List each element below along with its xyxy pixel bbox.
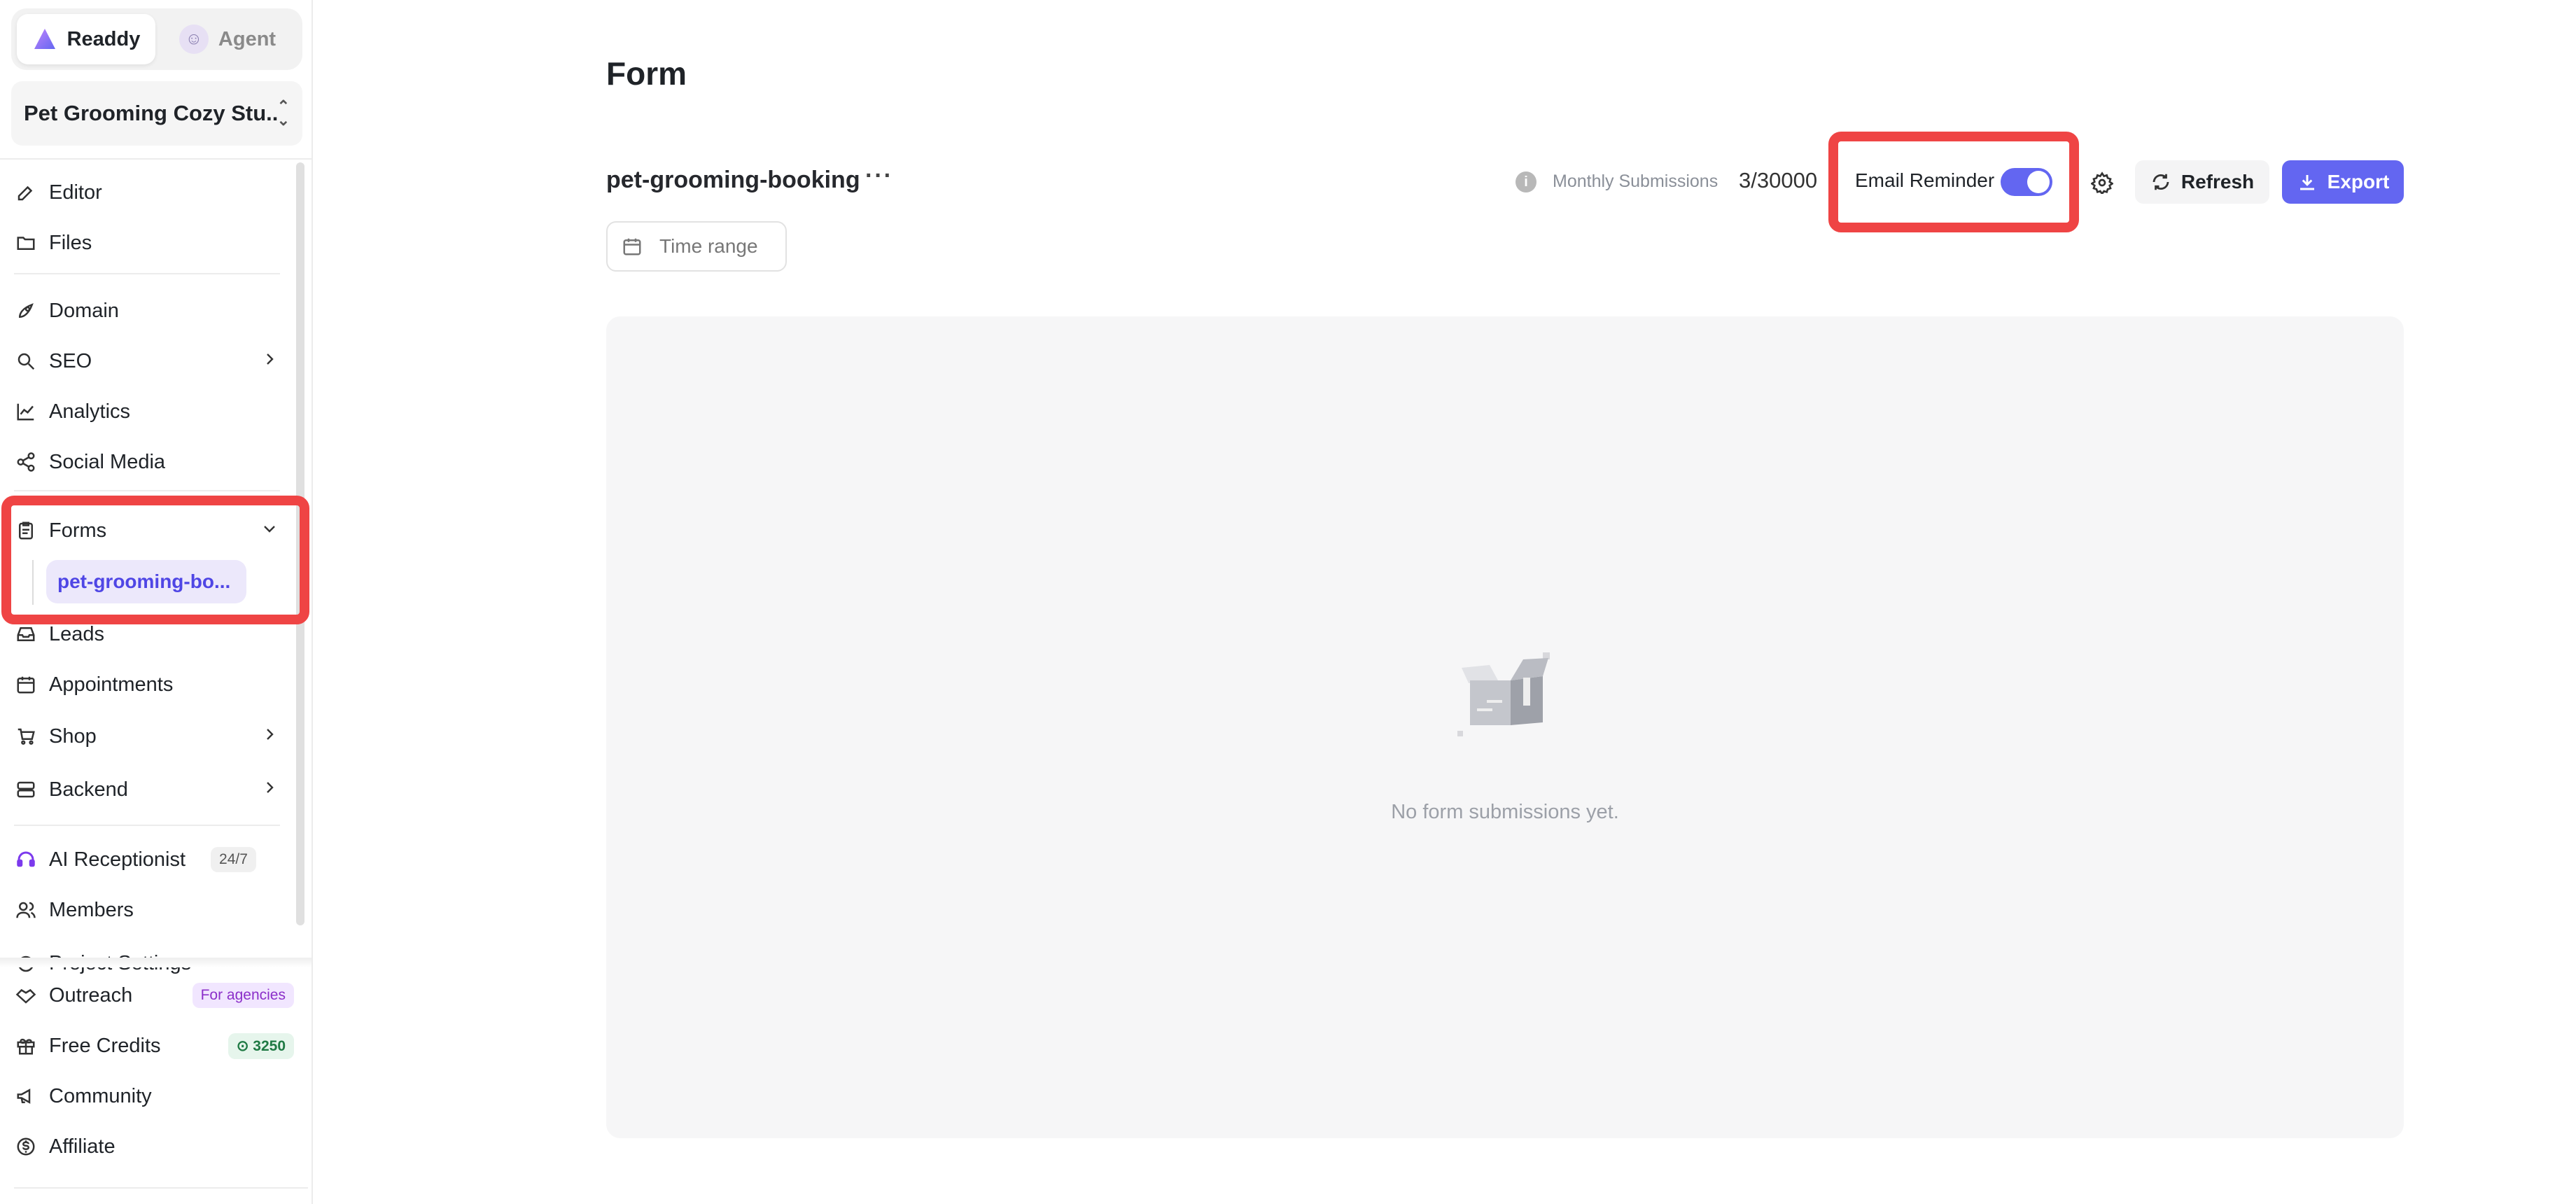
cart-icon (14, 724, 38, 748)
page-title: Form (606, 55, 687, 92)
refresh-label: Refresh (2180, 171, 2255, 192)
chart-line-icon (14, 400, 38, 424)
calendar-icon (14, 673, 38, 696)
sidebar-item-seo[interactable]: SEO (14, 340, 280, 382)
divider (14, 273, 280, 274)
export-label: Export (2327, 171, 2390, 192)
monthly-submissions-label: Monthly Submissions (1553, 172, 1718, 191)
download-icon (2297, 172, 2318, 192)
divider (14, 490, 280, 491)
agent-label: Agent (218, 27, 276, 50)
agent-tab[interactable]: ☺ Agent (158, 14, 297, 64)
inbox-icon (14, 622, 38, 646)
sidebar-item-label: Appointments (49, 673, 174, 696)
sidebar-item-files[interactable]: Files (14, 222, 280, 264)
more-options-button[interactable]: ··· (865, 162, 893, 190)
sidebar: Readdy ☺ Agent Pet Grooming Cozy Stu... … (0, 0, 313, 1204)
sidebar-item-label: Backend (49, 778, 128, 801)
readdy-logo-icon (34, 29, 55, 49)
refresh-icon (2150, 172, 2171, 192)
sidebar-item-label: Editor (49, 181, 102, 204)
gear-icon[interactable] (2089, 169, 2115, 196)
calendar-icon (622, 236, 643, 257)
rocket-icon (14, 299, 38, 323)
divider (14, 825, 280, 826)
readdy-tab[interactable]: Readdy (17, 14, 155, 64)
server-icon (14, 778, 38, 802)
sidebar-item-label: Social Media (49, 450, 166, 473)
search-icon (14, 349, 38, 373)
sidebar-item-label: Members (49, 898, 134, 921)
availability-badge: 24/7 (211, 847, 256, 872)
sidebar-item-community[interactable]: Community (14, 1075, 280, 1117)
sidebar-item-label: Outreach (49, 983, 133, 1007)
refresh-button[interactable]: Refresh (2135, 160, 2269, 204)
edit-icon (14, 181, 38, 204)
empty-box-icon (1457, 652, 1550, 736)
sidebar-item-label: Leads (49, 622, 105, 645)
time-range-label: Time range (659, 235, 758, 257)
info-icon[interactable]: i (1516, 172, 1536, 192)
highlight-email-reminder (1828, 132, 2079, 232)
divider (0, 158, 312, 160)
handshake-icon (14, 983, 38, 1007)
agency-badge: For agencies (192, 983, 294, 1008)
sidebar-item-label: Free Credits (49, 1034, 161, 1057)
gift-icon (14, 1034, 38, 1058)
divider (14, 1187, 308, 1189)
sidebar-item-ai-receptionist[interactable]: AI Receptionist 24/7 (14, 839, 280, 881)
coin-icon: ⊙ (236, 1037, 253, 1054)
project-selector[interactable]: Pet Grooming Cozy Stu... ⌃ ⌄ (11, 81, 302, 146)
readdy-label: Readdy (66, 27, 141, 50)
dollar-icon (14, 1135, 38, 1158)
highlight-forms (1, 496, 309, 624)
headset-icon (14, 848, 38, 872)
time-range-picker[interactable]: Time range (606, 221, 787, 272)
monthly-submissions-count: 3/30000 (1739, 168, 1818, 192)
sidebar-item-free-credits[interactable]: Free Credits ⊙ 3250 (14, 1025, 294, 1067)
users-icon (14, 898, 38, 922)
sidebar-item-label: Files (49, 231, 92, 254)
folder-icon (14, 231, 38, 255)
sidebar-item-domain[interactable]: Domain (14, 290, 280, 332)
mode-switcher: Readdy ☺ Agent (11, 8, 302, 70)
bottom-nav-shadow (0, 958, 312, 967)
sidebar-item-label: Analytics (49, 400, 131, 423)
sidebar-item-social-media[interactable]: Social Media (14, 441, 280, 483)
sidebar-item-label: SEO (49, 349, 92, 372)
chevron-right-icon (259, 350, 280, 373)
sidebar-item-label: Shop (49, 724, 97, 748)
share-icon (14, 450, 38, 474)
megaphone-icon (14, 1084, 38, 1108)
export-button[interactable]: Export (2282, 160, 2404, 204)
agent-avatar-icon: ☺ (178, 24, 209, 54)
sidebar-item-label: Affiliate (49, 1135, 115, 1158)
chevron-right-icon (259, 725, 280, 748)
credits-count: 3250 (253, 1037, 286, 1054)
sidebar-item-appointments[interactable]: Appointments (14, 664, 280, 706)
sidebar-item-members[interactable]: Members (14, 889, 280, 931)
empty-state-message: No form submissions yet. (1391, 801, 1619, 823)
sidebar-item-editor[interactable]: Editor (14, 172, 280, 214)
sidebar-item-outreach[interactable]: Outreach For agencies (14, 974, 294, 1016)
sidebar-item-label: Domain (49, 299, 119, 322)
sidebar-item-analytics[interactable]: Analytics (14, 391, 280, 433)
chevron-right-icon (259, 778, 280, 802)
sidebar-item-label: Community (49, 1084, 152, 1107)
form-name: pet-grooming-booking (606, 167, 860, 193)
chevron-up-down-icon: ⌃ ⌄ (276, 97, 290, 129)
project-name: Pet Grooming Cozy Stu... (24, 101, 277, 125)
sidebar-item-shop[interactable]: Shop (14, 715, 280, 757)
sidebar-item-affiliate[interactable]: Affiliate (14, 1126, 280, 1168)
credits-badge: ⊙ 3250 (227, 1032, 294, 1059)
sidebar-item-label: AI Receptionist (49, 848, 186, 871)
sidebar-item-backend[interactable]: Backend (14, 769, 280, 811)
